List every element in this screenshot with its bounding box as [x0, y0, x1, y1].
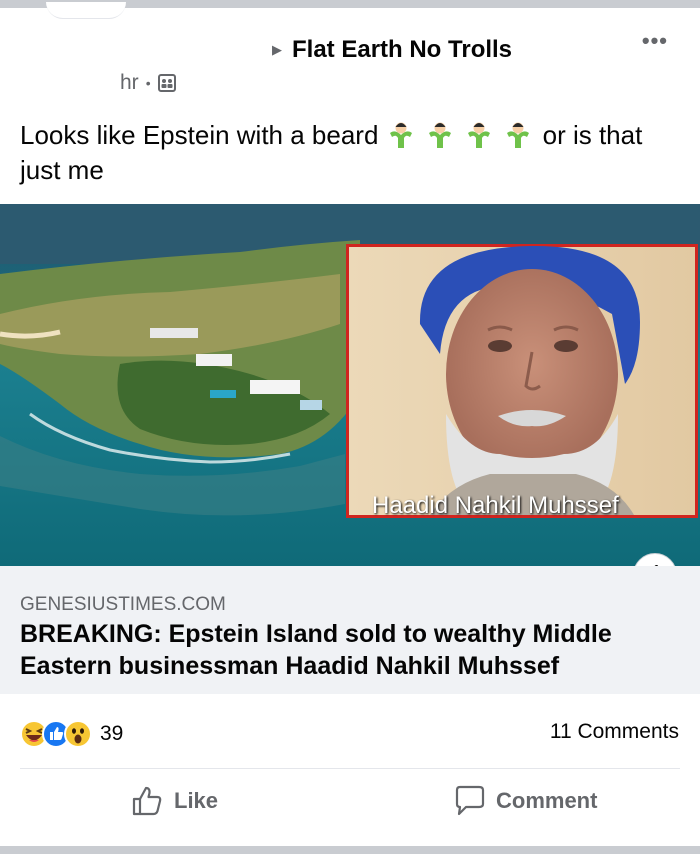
more-options-icon[interactable]: •••: [642, 28, 668, 54]
emoji-group: [386, 120, 543, 150]
comment-label: Comment: [496, 788, 598, 813]
meta-separator: •: [145, 75, 151, 91]
wow-icon: [64, 720, 92, 748]
group-name-link[interactable]: Flat Earth No Trolls: [292, 36, 512, 64]
man-shrugging-icon: [468, 122, 491, 148]
man-shrugging-icon: [389, 122, 412, 148]
like-label: Like: [174, 788, 219, 813]
comment-bubble-icon: [455, 785, 485, 816]
post-card: ▶ Flat Earth No Trolls ••• hr • Looks li…: [0, 2, 700, 846]
man-shrugging-icon: [428, 122, 451, 148]
comments-count-link[interactable]: 11 Comments: [550, 720, 679, 744]
reaction-count: 39: [100, 722, 124, 745]
actions-divider: [20, 768, 680, 769]
post-text-before: Looks like Epstein with a beard: [20, 120, 379, 150]
avatar[interactable]: [46, 2, 126, 19]
link-preview-image[interactable]: Haadid Nahkil Muhssef: [0, 204, 700, 566]
group-header: ▶ Flat Earth No Trolls: [272, 36, 512, 64]
post-text: Looks like Epstein with a beard or is th…: [20, 118, 680, 188]
group-audience-icon: [157, 74, 176, 92]
link-domain: GENESIUSTIMES.COM: [20, 594, 226, 615]
reactions-summary[interactable]: 39: [20, 720, 123, 748]
post-meta: hr •: [120, 71, 176, 95]
man-shrugging-icon: [507, 122, 530, 148]
post-time[interactable]: hr: [120, 71, 139, 95]
thumbs-up-icon: [132, 786, 162, 816]
caret-right-icon: ▶: [272, 42, 282, 57]
link-headline[interactable]: BREAKING: Epstein Island sold to wealthy…: [20, 618, 660, 682]
like-button[interactable]: Like: [130, 784, 218, 818]
link-preview-meta[interactable]: GENESIUSTIMES.COM BREAKING: Epstein Isla…: [0, 566, 700, 694]
comment-button[interactable]: Comment: [452, 784, 597, 818]
image-caption: Haadid Nahkil Muhssef: [372, 492, 619, 519]
feed-separator-bottom: [0, 846, 700, 854]
